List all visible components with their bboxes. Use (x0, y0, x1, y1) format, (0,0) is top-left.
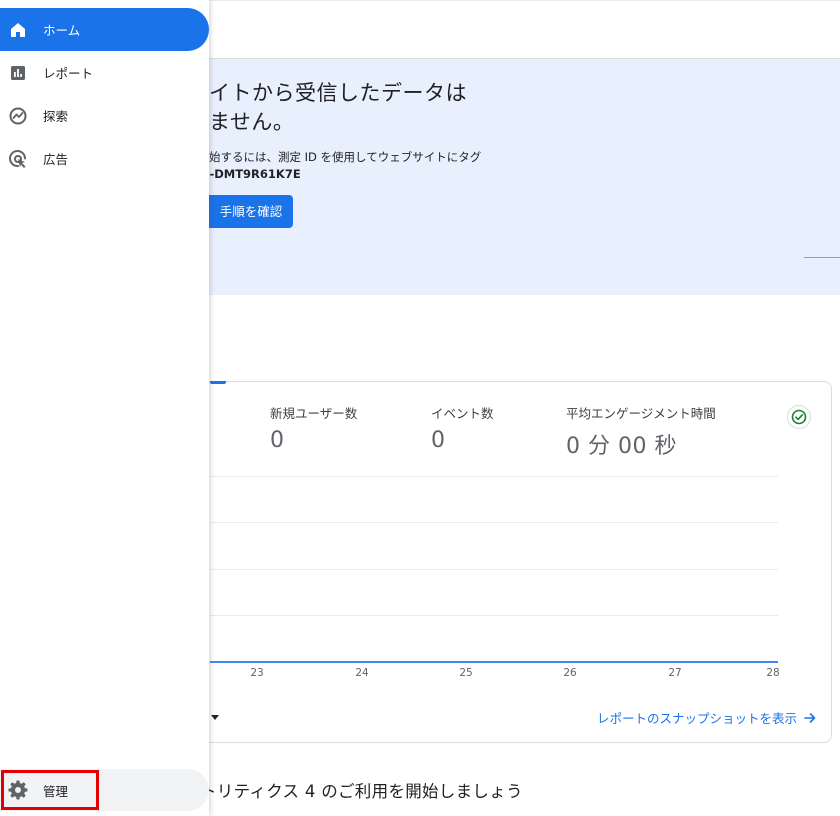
banner-headline-line1: イトから受信したデータは (209, 81, 467, 105)
chart-gridline (210, 522, 778, 523)
metric-avg-engagement-time[interactable]: 平均エンゲージメント時間 0 分 00 秒 (566, 403, 716, 460)
x-tick-label: 23 (250, 667, 264, 679)
no-data-banner: イトから受信したデータは ません。 始するには、測定 ID を使用してウェブサイ… (200, 59, 840, 295)
arrow-right-icon (804, 712, 816, 723)
x-tick-label: 27 (668, 667, 682, 679)
metric-new-users[interactable]: 新規ユーザー数 0 (270, 403, 357, 453)
home-icon (8, 20, 28, 40)
reports-icon (8, 63, 28, 83)
navigation-drawer: ホーム レポート 探索 広告 管理 (0, 0, 209, 816)
view-instructions-button[interactable]: 手順を確認 (209, 195, 293, 228)
banner-description: 始するには、測定 ID を使用してウェブサイトにタグ (209, 150, 482, 164)
summary-card: 新規ユーザー数 0 イベント数 0 平均エンゲージメント時間 0 分 00 秒 … (200, 381, 832, 743)
chart-gridline (210, 615, 778, 616)
x-tick-label: 24 (355, 667, 369, 679)
explore-icon (8, 106, 28, 126)
nav-item-label: 管理 (43, 783, 69, 799)
check-circle-icon (787, 405, 811, 429)
x-tick-label: 28 (766, 667, 780, 679)
banner-headline-line2: ません。 (209, 110, 295, 134)
banner-divider (804, 257, 840, 258)
nav-item-label: 広告 (43, 152, 69, 167)
metric-label: 平均エンゲージメント時間 (566, 406, 716, 421)
nav-item-home[interactable]: ホーム (0, 8, 209, 51)
date-range-dropdown-icon[interactable] (211, 715, 219, 720)
metric-value: 0 (270, 428, 285, 453)
metric-label: 新規ユーザー数 (270, 406, 358, 421)
measurement-id: G-DMT9R61K7E (200, 167, 301, 181)
nav-item-reports[interactable]: レポート (0, 51, 209, 94)
metric-tab-indicator (210, 381, 226, 384)
x-tick-label: 26 (563, 667, 577, 679)
x-tick-label: 25 (459, 667, 473, 679)
chart-series-line (210, 661, 778, 663)
nav-item-label: ホーム (43, 23, 81, 38)
view-snapshot-link[interactable]: レポートのスナップショットを表示 (597, 708, 817, 727)
view-snapshot-label: レポートのスナップショットを表示 (596, 711, 797, 726)
getting-started-title: トリティクス 4 のご利用を開始しましょう (200, 782, 523, 801)
metric-label: イベント数 (431, 406, 494, 421)
metric-value: 0 (431, 428, 446, 453)
chart-gridline (210, 476, 778, 477)
nav-item-explore[interactable]: 探索 (0, 94, 209, 137)
gear-icon (8, 780, 28, 800)
top-app-bar (209, 0, 840, 59)
chart-gridline (210, 569, 778, 570)
advertising-icon (8, 149, 28, 169)
nav-item-admin[interactable]: 管理 (0, 769, 209, 811)
metric-value: 0 分 00 秒 (566, 434, 677, 459)
banner-headline: イトから受信したデータは ません。 (209, 79, 467, 137)
nav-item-label: 探索 (43, 109, 69, 124)
nav-item-label: レポート (43, 66, 94, 81)
metric-event-count[interactable]: イベント数 0 (431, 403, 494, 453)
nav-item-advertising[interactable]: 広告 (0, 137, 209, 180)
